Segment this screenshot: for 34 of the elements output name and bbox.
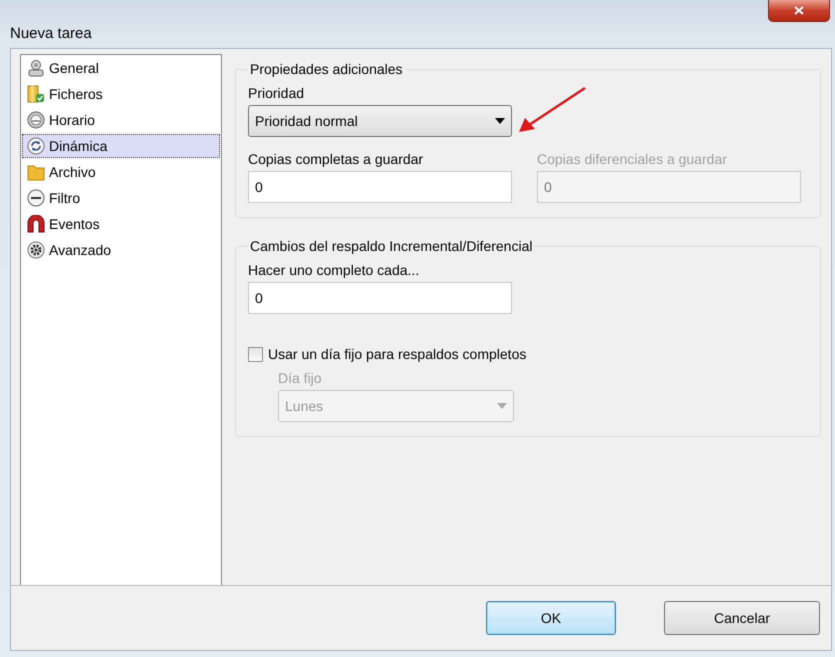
person-icon bbox=[27, 59, 45, 77]
input-field[interactable]: 0 bbox=[248, 282, 512, 314]
sidebar-item[interactable]: Dinámica bbox=[22, 134, 220, 158]
folder-icon bbox=[27, 163, 45, 181]
caret-icon bbox=[497, 403, 507, 409]
minus-circle-icon bbox=[27, 189, 45, 207]
sidebar-item[interactable]: Archivo bbox=[22, 160, 220, 184]
field-label: Hacer uno completo cada... bbox=[248, 262, 420, 279]
sidebar-item[interactable]: Horario bbox=[22, 108, 220, 132]
field-label: Copias completas a guardar bbox=[248, 151, 424, 168]
checkbox[interactable] bbox=[248, 346, 263, 362]
dialog-button[interactable]: Cancelar bbox=[664, 601, 820, 635]
close-button[interactable] bbox=[768, 0, 830, 22]
sidebar-item[interactable]: General bbox=[22, 56, 220, 80]
magnet-icon bbox=[27, 215, 45, 233]
gear-icon bbox=[27, 241, 45, 259]
dropdown[interactable]: Prioridad normal bbox=[248, 105, 512, 137]
field-label: Prioridad bbox=[248, 85, 306, 102]
field-label: Copias diferenciales a guardar bbox=[537, 151, 728, 168]
field-label: Día fijo bbox=[278, 370, 323, 387]
input-field[interactable]: 0 bbox=[248, 171, 512, 203]
group-title: Cambios del respaldo Incremental/Diferencial bbox=[249, 238, 534, 254]
sidebar-item[interactable]: Ficheros bbox=[22, 82, 220, 106]
folder-check-icon bbox=[27, 85, 45, 103]
caret-icon bbox=[495, 118, 505, 124]
checkbox-label: Usar un día fijo para respaldos completos bbox=[268, 346, 526, 362]
window-title: Nueva tarea bbox=[9, 25, 92, 44]
dialog-button[interactable]: OK bbox=[486, 601, 616, 635]
sidebar-item[interactable]: Filtro bbox=[22, 186, 220, 210]
refresh-icon bbox=[27, 137, 45, 155]
sidebar-item[interactable]: Eventos bbox=[22, 212, 220, 236]
group-title: Propiedades adicionales bbox=[249, 61, 404, 77]
close-icon bbox=[794, 6, 804, 15]
sidebar-item[interactable]: Avanzado bbox=[22, 238, 220, 262]
